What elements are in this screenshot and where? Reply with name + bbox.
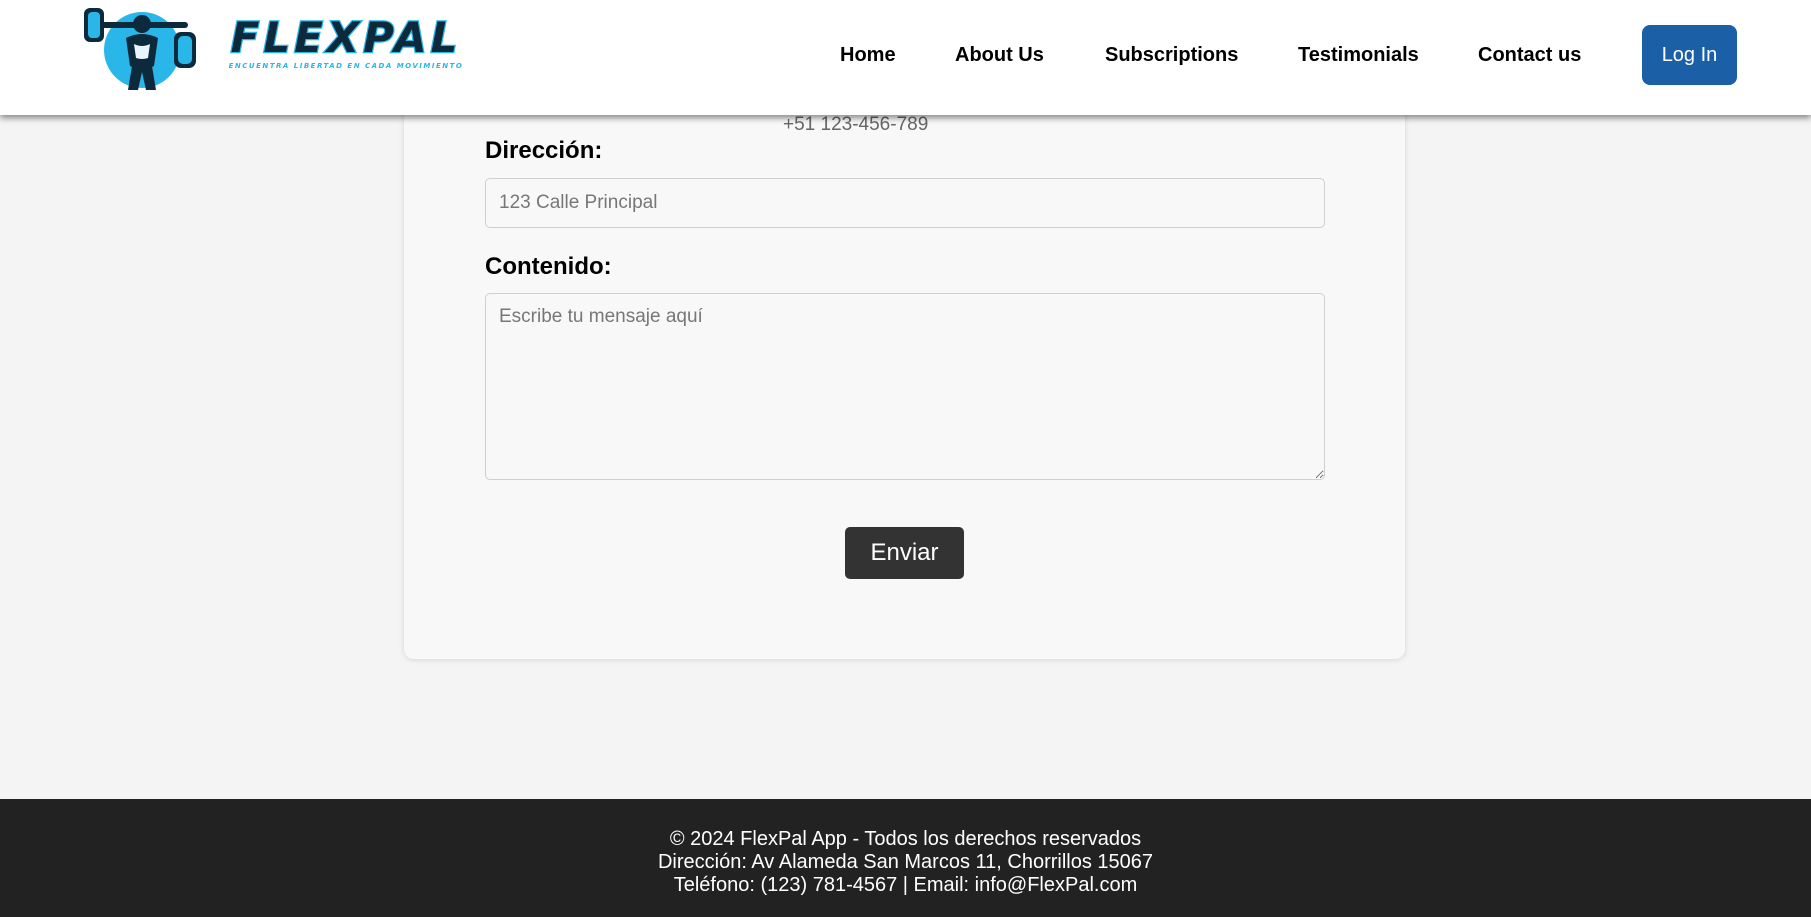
site-header: FLEXPAL ENCUENTRA LIBERTAD EN CADA MOVIM… bbox=[0, 0, 1811, 115]
footer-copyright: © 2024 FlexPal App - Todos los derechos … bbox=[669, 828, 1142, 850]
site-footer: © 2024 FlexPal App - Todos los derechos … bbox=[0, 799, 1811, 917]
nav-about-us-link[interactable]: About Us bbox=[955, 44, 1044, 67]
login-button[interactable]: Log In bbox=[1642, 25, 1737, 85]
phone-number-text: +51 123-456-789 bbox=[783, 114, 929, 135]
enviar-button[interactable]: Enviar bbox=[845, 527, 964, 579]
direccion-label: Dirección: bbox=[485, 137, 603, 164]
contenido-textarea[interactable] bbox=[485, 293, 1325, 480]
nav-contact-us-link[interactable]: Contact us bbox=[1478, 44, 1581, 67]
contenido-label: Contenido: bbox=[485, 253, 612, 280]
main-navigation: Home About Us Subscriptions Testimonials… bbox=[0, 0, 1811, 110]
nav-testimonials-link[interactable]: Testimonials bbox=[1298, 44, 1419, 67]
nav-subscriptions-link[interactable]: Subscriptions bbox=[1105, 44, 1238, 67]
nav-home-link[interactable]: Home bbox=[840, 44, 896, 67]
footer-contact: Teléfono: (123) 781-4567 | Email: info@F… bbox=[673, 874, 1138, 896]
footer-address: Dirección: Av Alameda San Marcos 11, Cho… bbox=[657, 851, 1154, 873]
direccion-input[interactable] bbox=[485, 178, 1325, 228]
